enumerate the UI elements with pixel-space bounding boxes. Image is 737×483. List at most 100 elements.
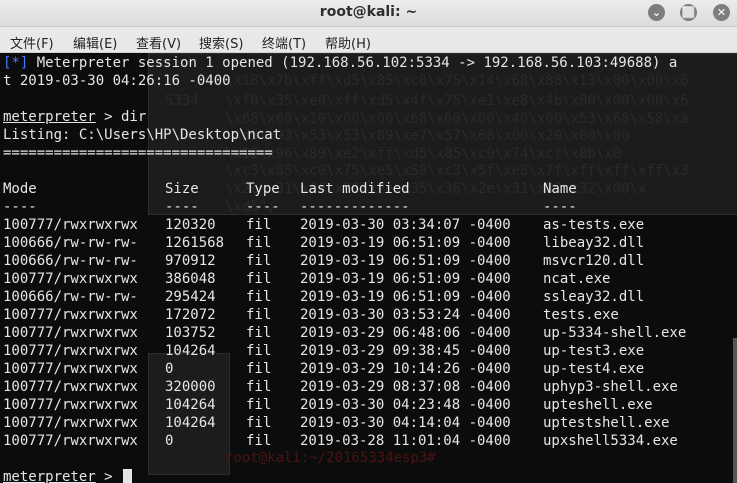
- terminal-area[interactable]: \x18\x7b\xff\xd5\x85\xc0\x75\x14\x68\x88…: [0, 53, 737, 483]
- ghost-hex-line: \x12\x96\x89\xe2\xff\xd5\x85\xc0\x74\xcf…: [225, 146, 622, 162]
- command-line: meterpreter > dir: [3, 108, 146, 126]
- session-text: Meterpreter session 1 opened (192.168.56…: [28, 55, 678, 71]
- ghost-hex-line: \xf0\x35\xe0\xff\xd5\x4f\x75\xe1\xe8\x4b…: [225, 93, 689, 109]
- minimize-icon[interactable]: ⌄: [648, 4, 665, 21]
- row-mode: 100777/rwxrwxrwx: [3, 217, 138, 233]
- row-type: fil: [246, 343, 272, 359]
- row-last-modified: 2019-03-29 08:37:08 -0400: [300, 379, 511, 395]
- row-mode: 100777/rwxrwxrwx: [3, 271, 138, 287]
- row-size: 104264: [165, 343, 216, 359]
- session-prefix: [*]: [3, 55, 29, 71]
- row-type: fil: [246, 235, 272, 251]
- menu-help[interactable]: 帮助(H): [325, 33, 371, 52]
- row-type: fil: [246, 415, 272, 431]
- window-title: root@kali: ~: [319, 4, 418, 20]
- row-mode: 100777/rwxrwxrwx: [3, 343, 138, 359]
- row-size: 104264: [165, 397, 216, 413]
- menu-terminal[interactable]: 终端(T): [262, 33, 306, 52]
- row-mode: 100777/rwxrwxrwx: [3, 307, 138, 323]
- final-prompt-suffix: >: [95, 469, 122, 483]
- row-name: upxshell5334.exe: [543, 433, 678, 449]
- dash-mode: ----: [3, 199, 37, 215]
- row-type: fil: [246, 289, 272, 305]
- ghost-hex-line: \x18\x7b\xff\xd5\x85\xc0\x75\x14\x68\x88…: [225, 73, 689, 89]
- row-size: 295424: [165, 289, 216, 305]
- prompt: meterpreter: [3, 109, 96, 125]
- row-last-modified: 2019-03-19 06:51:09 -0400: [300, 253, 511, 269]
- ghost-hex-line: \x2e\x31\x36\x38\x2e\x35\x36\x2e\x31\x30…: [225, 181, 647, 197]
- ghost-hex-line: \xc3\x85\xc0\x75\xe5\x58\xc3\x5f\xe8\x7f…: [225, 163, 689, 179]
- row-type: fil: [246, 307, 272, 323]
- row-size: 0: [165, 361, 174, 377]
- row-last-modified: 2019-03-30 04:14:04 -0400: [300, 415, 511, 431]
- row-name: up-test4.exe: [543, 361, 645, 377]
- header-type: Type: [246, 181, 280, 197]
- command: > dir: [95, 109, 147, 125]
- row-size: 120320: [165, 217, 216, 233]
- session-line: [*] Meterpreter session 1 opened (192.16…: [3, 54, 677, 72]
- row-last-modified: 2019-03-30 04:23:48 -0400: [300, 397, 511, 413]
- row-size: 0: [165, 433, 174, 449]
- row-last-modified: 2019-03-29 09:38:45 -0400: [300, 343, 511, 359]
- row-last-modified: 2019-03-19 06:51:09 -0400: [300, 289, 511, 305]
- row-type: fil: [246, 253, 272, 269]
- menu-view[interactable]: 查看(V): [136, 33, 181, 52]
- ghost-hex-line: \xd5\x93\x53\x53\x89\xe7\x57\x68\x00\x20…: [225, 128, 630, 144]
- row-type: fil: [246, 397, 272, 413]
- close-icon[interactable]: ✕: [713, 4, 730, 21]
- row-name: msvcr120.dll: [543, 253, 645, 269]
- row-last-modified: 2019-03-30 03:53:24 -0400: [300, 307, 511, 323]
- row-size: 104264: [165, 415, 216, 431]
- row-size: 1261568: [165, 235, 225, 251]
- row-mode: 100777/rwxrwxrwx: [3, 379, 138, 395]
- listing-rule: ================================: [3, 145, 273, 161]
- row-last-modified: 2019-03-29 10:14:26 -0400: [300, 361, 511, 377]
- row-name: ssleay32.dll: [543, 289, 645, 305]
- row-mode: 100666/rw-rw-rw-: [3, 253, 138, 269]
- row-size: 386048: [165, 271, 216, 287]
- cursor: [123, 469, 133, 483]
- header-size: Size: [165, 181, 199, 197]
- row-mode: 100666/rw-rw-rw-: [3, 235, 138, 251]
- row-mode: 100777/rwxrwxrwx: [3, 325, 138, 341]
- row-size: 103752: [165, 325, 216, 341]
- dash-last-modified: -------------: [300, 199, 410, 215]
- row-type: fil: [246, 217, 272, 233]
- row-name: libeay32.dll: [543, 235, 645, 251]
- header-name: Name: [543, 181, 577, 197]
- row-size: 970912: [165, 253, 216, 269]
- row-size: 320000: [165, 379, 216, 395]
- ghost-prompt: root@kali:~/20165334esp3#: [225, 450, 436, 466]
- dash-type: ----: [246, 199, 280, 215]
- row-mode: 100777/rwxrwxrwx: [3, 415, 138, 431]
- row-name: up-5334-shell.exe: [543, 325, 687, 341]
- menu-bar: 文件(F) 编辑(E) 查看(V) 搜索(S) 终端(T) 帮助(H): [0, 27, 737, 53]
- menu-file[interactable]: 文件(F): [10, 33, 54, 52]
- row-size: 172072: [165, 307, 216, 323]
- row-mode: 100777/rwxrwxrwx: [3, 433, 138, 449]
- row-last-modified: 2019-03-19 06:51:09 -0400: [300, 235, 511, 251]
- row-name: tests.exe: [543, 307, 619, 323]
- header-mode: Mode: [3, 181, 37, 197]
- final-prompt: meterpreter: [3, 469, 96, 483]
- row-type: fil: [246, 271, 272, 287]
- header-last-modified: Last modified: [300, 181, 410, 197]
- menu-edit[interactable]: 编辑(E): [73, 33, 117, 52]
- menu-search[interactable]: 搜索(S): [199, 33, 243, 52]
- row-last-modified: 2019-03-29 06:48:06 -0400: [300, 325, 511, 341]
- row-name: ncat.exe: [543, 271, 611, 287]
- ghost-port: 5334: [165, 93, 199, 109]
- ghost-hex-line: \x68\x00\x10\x00\x00\x68\x00\x00\x40\x00…: [225, 111, 689, 127]
- dash-size: ----: [165, 199, 199, 215]
- title-bar[interactable]: root@kali: ~ ⌄ ⬜ ✕: [0, 0, 737, 27]
- scrollbar[interactable]: [733, 338, 737, 483]
- row-type: fil: [246, 361, 272, 377]
- row-last-modified: 2019-03-28 11:01:04 -0400: [300, 433, 511, 449]
- row-name: upteshell.exe: [543, 397, 653, 413]
- row-last-modified: 2019-03-30 03:34:07 -0400: [300, 217, 511, 233]
- row-name: uphyp3-shell.exe: [543, 379, 678, 395]
- maximize-icon[interactable]: ⬜: [680, 4, 697, 21]
- row-type: fil: [246, 433, 272, 449]
- listing-line: Listing: C:\Users\HP\Desktop\ncat: [3, 127, 282, 143]
- final-prompt-line: meterpreter >: [3, 468, 133, 483]
